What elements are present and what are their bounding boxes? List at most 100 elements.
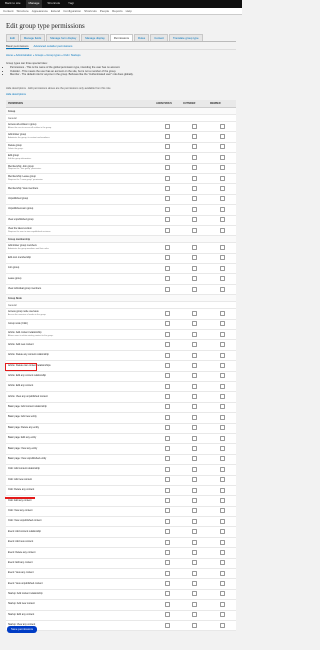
toolbar-item[interactable]: Manage	[25, 0, 43, 8]
outsider-checkbox[interactable]	[192, 404, 197, 410]
outsider-checkbox[interactable]	[192, 362, 197, 368]
member-checkbox[interactable]	[219, 581, 225, 587]
anonymous-checkbox[interactable]	[165, 529, 170, 535]
member-checkbox[interactable]	[219, 362, 225, 368]
member-checkbox[interactable]	[219, 383, 225, 389]
anonymous-checkbox[interactable]	[165, 425, 170, 431]
toolbar-tray-item[interactable]: Appearance	[32, 9, 48, 13]
outsider-checkbox[interactable]	[192, 186, 197, 192]
anonymous-checkbox[interactable]	[165, 175, 170, 181]
member-checkbox[interactable]	[219, 456, 225, 462]
outsider-checkbox[interactable]	[192, 425, 197, 431]
anonymous-checkbox[interactable]	[165, 518, 170, 524]
anonymous-checkbox[interactable]	[165, 477, 170, 483]
anonymous-checkbox[interactable]	[165, 591, 170, 597]
member-checkbox[interactable]	[219, 134, 225, 140]
member-checkbox[interactable]	[219, 560, 225, 566]
primary-tab[interactable]: Manage fields	[19, 34, 46, 41]
outsider-checkbox[interactable]	[192, 331, 197, 337]
anonymous-checkbox[interactable]	[165, 331, 170, 337]
member-checkbox[interactable]	[219, 404, 225, 410]
anonymous-checkbox[interactable]	[165, 265, 170, 271]
primary-tab[interactable]: Content	[150, 34, 168, 41]
anonymous-checkbox[interactable]	[165, 487, 170, 493]
anonymous-checkbox[interactable]	[165, 134, 170, 140]
anonymous-checkbox[interactable]	[165, 394, 170, 400]
member-checkbox[interactable]	[219, 217, 225, 223]
anonymous-checkbox[interactable]	[165, 123, 170, 129]
member-checkbox[interactable]	[219, 446, 225, 452]
toolbar-tray-item[interactable]: People	[100, 9, 109, 13]
primary-tab[interactable]: Translate group type	[169, 34, 203, 41]
member-checkbox[interactable]	[219, 206, 225, 212]
outsider-checkbox[interactable]	[192, 539, 197, 545]
outsider-checkbox[interactable]	[192, 165, 197, 171]
anonymous-checkbox[interactable]	[165, 373, 170, 379]
outsider-checkbox[interactable]	[192, 466, 197, 472]
secondary-tab[interactable]: Basic permissions	[6, 43, 29, 49]
member-checkbox[interactable]	[219, 373, 225, 379]
secondary-tab[interactable]: Advanced outsider permissions	[34, 43, 73, 49]
member-checkbox[interactable]	[219, 227, 225, 233]
member-checkbox[interactable]	[219, 123, 225, 129]
member-checkbox[interactable]	[219, 508, 225, 514]
outsider-checkbox[interactable]	[192, 529, 197, 535]
anonymous-checkbox[interactable]	[165, 456, 170, 462]
member-checkbox[interactable]	[219, 591, 225, 597]
outsider-checkbox[interactable]	[192, 265, 197, 271]
anonymous-checkbox[interactable]	[165, 227, 170, 233]
anonymous-checkbox[interactable]	[165, 539, 170, 545]
outsider-checkbox[interactable]	[192, 342, 197, 348]
member-checkbox[interactable]	[219, 276, 225, 282]
outsider-checkbox[interactable]	[192, 549, 197, 555]
outsider-checkbox[interactable]	[192, 601, 197, 607]
anonymous-checkbox[interactable]	[165, 601, 170, 607]
member-checkbox[interactable]	[219, 622, 225, 628]
member-checkbox[interactable]	[219, 497, 225, 503]
outsider-checkbox[interactable]	[192, 581, 197, 587]
member-checkbox[interactable]	[219, 255, 225, 261]
anonymous-checkbox[interactable]	[165, 186, 170, 192]
outsider-checkbox[interactable]	[192, 446, 197, 452]
anonymous-checkbox[interactable]	[165, 383, 170, 389]
member-checkbox[interactable]	[219, 286, 225, 292]
outsider-checkbox[interactable]	[192, 310, 197, 316]
outsider-checkbox[interactable]	[192, 286, 197, 292]
anonymous-checkbox[interactable]	[165, 244, 170, 250]
primary-tab[interactable]: Permissions	[109, 34, 134, 41]
outsider-checkbox[interactable]	[192, 321, 197, 327]
outsider-checkbox[interactable]	[192, 591, 197, 597]
anonymous-checkbox[interactable]	[165, 276, 170, 282]
anonymous-checkbox[interactable]	[165, 414, 170, 420]
outsider-checkbox[interactable]	[192, 196, 197, 202]
anonymous-checkbox[interactable]	[165, 342, 170, 348]
save-permissions-button[interactable]: Save permissions	[7, 626, 38, 633]
member-checkbox[interactable]	[219, 394, 225, 400]
anonymous-checkbox[interactable]	[165, 404, 170, 410]
outsider-checkbox[interactable]	[192, 352, 197, 358]
anonymous-checkbox[interactable]	[165, 508, 170, 514]
breadcrumb[interactable]: Home » Administration » Groups » Group t…	[6, 54, 81, 57]
anonymous-checkbox[interactable]	[165, 310, 170, 316]
anonymous-checkbox[interactable]	[165, 286, 170, 292]
anonymous-checkbox[interactable]	[165, 154, 170, 160]
member-checkbox[interactable]	[219, 321, 225, 327]
outsider-checkbox[interactable]	[192, 123, 197, 129]
member-checkbox[interactable]	[219, 310, 225, 316]
member-checkbox[interactable]	[219, 196, 225, 202]
member-checkbox[interactable]	[219, 165, 225, 171]
outsider-checkbox[interactable]	[192, 244, 197, 250]
outsider-checkbox[interactable]	[192, 570, 197, 576]
outsider-checkbox[interactable]	[192, 477, 197, 483]
anonymous-checkbox[interactable]	[165, 435, 170, 441]
toolbar-item[interactable]: Back to site	[2, 0, 24, 8]
toolbar-tray-item[interactable]: Content	[3, 9, 14, 13]
outsider-checkbox[interactable]	[192, 217, 197, 223]
anonymous-checkbox[interactable]	[165, 217, 170, 223]
primary-tab[interactable]: Edit	[6, 34, 19, 41]
outsider-checkbox[interactable]	[192, 276, 197, 282]
member-checkbox[interactable]	[219, 352, 225, 358]
member-checkbox[interactable]	[219, 154, 225, 160]
anonymous-checkbox[interactable]	[165, 144, 170, 150]
member-checkbox[interactable]	[219, 144, 225, 150]
